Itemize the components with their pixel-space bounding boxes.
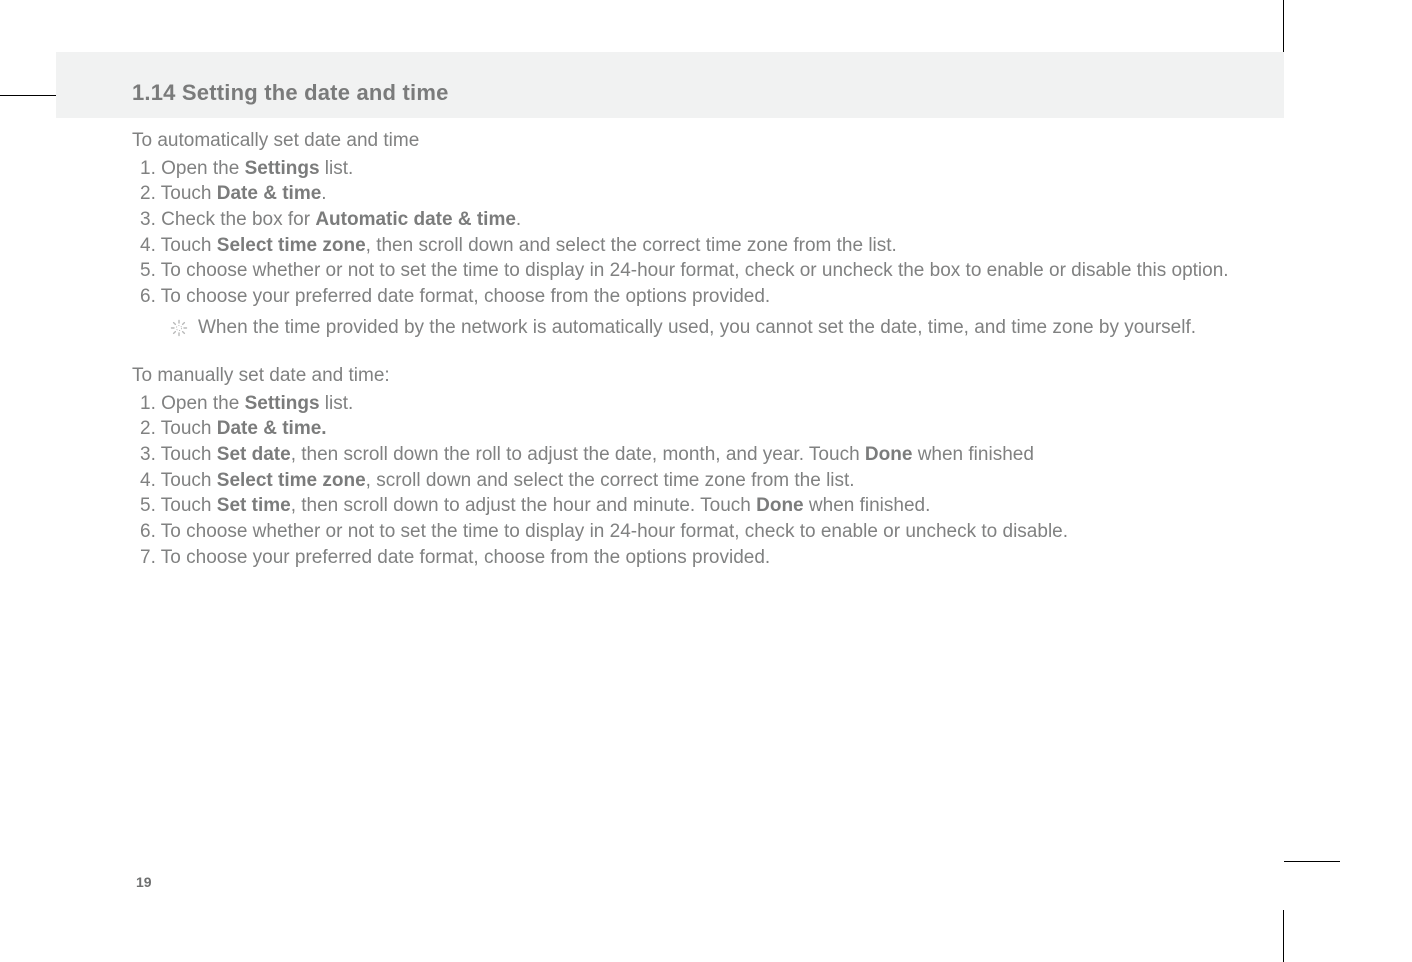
text: 1. Open the xyxy=(140,393,245,414)
manual-step-3: 3. Touch Set date, then scroll down the … xyxy=(140,442,1264,468)
text: 2. Touch xyxy=(140,183,217,204)
text: when finished xyxy=(912,444,1033,465)
auto-step-6: 6. To choose your preferred date format,… xyxy=(140,284,1264,310)
text: when finished. xyxy=(804,495,931,516)
crop-mark xyxy=(1283,0,1284,52)
manual-step-5: 5. Touch Set time, then scroll down to a… xyxy=(140,493,1264,519)
content-area: 1.14 Setting the date and time To automa… xyxy=(56,52,1284,910)
bold-text: Select time zone xyxy=(217,470,366,491)
auto-step-3: 3. Check the box for Automatic date & ti… xyxy=(140,207,1264,233)
auto-step-1: 1. Open the Settings list. xyxy=(140,156,1264,182)
page-number: 19 xyxy=(136,874,152,890)
auto-intro: To automatically set date and time xyxy=(132,128,1264,154)
text: 5. Touch xyxy=(140,495,217,516)
text: 3. Check the box for xyxy=(140,209,315,230)
sun-icon xyxy=(170,319,188,337)
manual-step-4: 4. Touch Select time zone, scroll down a… xyxy=(140,468,1264,494)
bold-text: Set time xyxy=(217,495,291,516)
text: . xyxy=(516,209,521,230)
auto-step-5: 5. To choose whether or not to set the t… xyxy=(140,258,1264,284)
text: list. xyxy=(320,393,354,414)
text: 4. Touch xyxy=(140,235,217,256)
bold-text: Settings xyxy=(245,158,320,179)
text: 4. Touch xyxy=(140,470,217,491)
text: , then scroll down to adjust the hour an… xyxy=(291,495,756,516)
section-heading-bar: 1.14 Setting the date and time xyxy=(56,52,1284,118)
crop-mark xyxy=(1283,910,1284,962)
text: list. xyxy=(320,158,354,179)
note-text: When the time provided by the network is… xyxy=(198,315,1196,341)
manual-intro: To manually set date and time: xyxy=(132,363,1264,389)
crop-mark xyxy=(0,95,58,96)
bold-text: Settings xyxy=(245,393,320,414)
text: 1. Open the xyxy=(140,158,245,179)
bold-text: Date & time xyxy=(217,183,322,204)
text: , then scroll down the roll to adjust th… xyxy=(291,444,865,465)
body-text: To automatically set date and time 1. Op… xyxy=(132,118,1264,570)
text: . xyxy=(321,183,326,204)
bold-text: Automatic date & time xyxy=(315,209,516,230)
bold-text: Set date xyxy=(217,444,291,465)
manual-step-6: 6. To choose whether or not to set the t… xyxy=(140,519,1264,545)
bold-text: Date & time. xyxy=(217,418,327,439)
bold-text: Select time zone xyxy=(217,235,366,256)
note-block: When the time provided by the network is… xyxy=(170,315,1214,341)
auto-step-4: 4. Touch Select time zone, then scroll d… xyxy=(140,233,1264,259)
section-heading: 1.14 Setting the date and time xyxy=(132,80,1284,106)
text: , then scroll down and select the correc… xyxy=(366,235,897,256)
manual-step-2: 2. Touch Date & time. xyxy=(140,416,1264,442)
text: 3. Touch xyxy=(140,444,217,465)
text: 2. Touch xyxy=(140,418,217,439)
crop-mark xyxy=(1284,861,1340,862)
auto-step-2: 2. Touch Date & time. xyxy=(140,181,1264,207)
manual-step-7: 7. To choose your preferred date format,… xyxy=(140,545,1264,571)
bold-text: Done xyxy=(756,495,804,516)
bold-text: Done xyxy=(865,444,913,465)
document-page: 1.14 Setting the date and time To automa… xyxy=(0,0,1412,962)
text: , scroll down and select the correct tim… xyxy=(366,470,855,491)
manual-step-1: 1. Open the Settings list. xyxy=(140,391,1264,417)
